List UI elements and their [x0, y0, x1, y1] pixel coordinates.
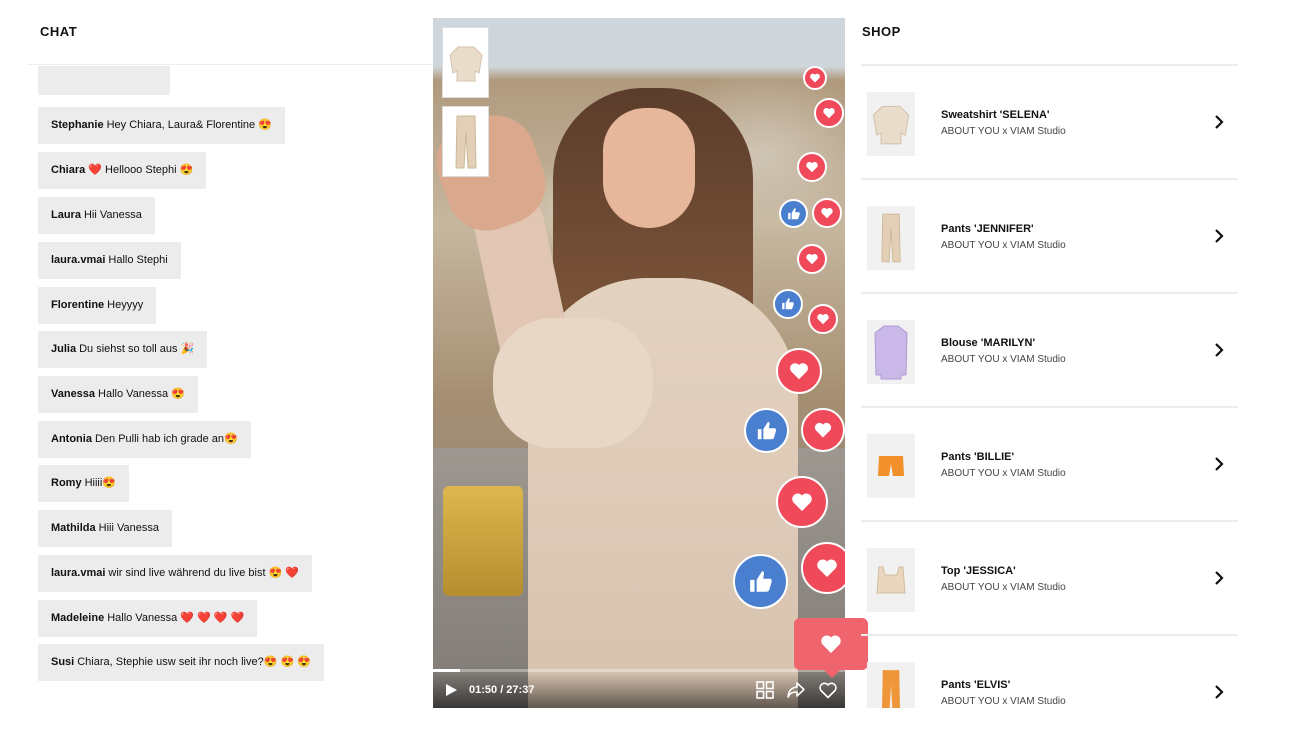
shop-item[interactable]: Sweatshirt 'SELENA' ABOUT YOU x VIAM Stu… — [861, 64, 1238, 178]
shop-item[interactable]: Top 'JESSICA' ABOUT YOU x VIAM Studio — [861, 520, 1238, 634]
chat-divider — [28, 64, 433, 65]
share-icon[interactable] — [786, 680, 806, 700]
product-thumbnail — [867, 320, 915, 384]
presenter-face — [603, 108, 695, 228]
chat-text: Hiii Vanessa — [98, 522, 159, 534]
chat-message: Vanessa Hallo Vanessa 😍 — [38, 376, 198, 413]
chat-message: Chiara ❤️ Hellooo Stephi 😍 — [38, 152, 207, 189]
heart-like-button-icon[interactable] — [818, 680, 838, 700]
product-name: Pants 'BILLIE' — [941, 451, 1015, 463]
product-thumbnail — [867, 662, 915, 708]
product-brand: ABOUT YOU x VIAM Studio — [941, 468, 1066, 479]
play-icon[interactable] — [443, 682, 459, 698]
video-controls: 01:50 / 27:37 — [433, 672, 845, 708]
chat-message: Laura Hii Vanessa — [38, 197, 155, 234]
chat-message: Julia Du siehst so toll aus 🎉 — [38, 331, 208, 368]
chat-username: laura.vmai — [51, 567, 106, 579]
product-thumbnail — [867, 206, 915, 270]
chat-message: Mathilda Hiii Vanessa — [38, 510, 172, 547]
product-name: Blouse 'MARILYN' — [941, 337, 1036, 349]
chat-message-partial — [38, 66, 170, 95]
product-brand: ABOUT YOU x VIAM Studio — [941, 240, 1066, 251]
chat-username: Laura — [51, 209, 81, 221]
product-name: Sweatshirt 'SELENA' — [941, 109, 1050, 121]
product-name: Top 'JESSICA' — [941, 565, 1016, 577]
heart-icon — [821, 635, 841, 653]
chat-username: Susi — [51, 656, 75, 668]
chat-text: Hallo Vanessa ❤️ ❤️ ❤️ ❤️ — [107, 612, 245, 624]
chat-text: Hiiii😍 — [84, 477, 116, 489]
product-name: Pants 'JENNIFER' — [941, 223, 1034, 235]
shop-item[interactable]: Blouse 'MARILYN' ABOUT YOU x VIAM Studio — [861, 292, 1238, 406]
pants-icon — [881, 213, 901, 263]
chat-message: Stephanie Hey Chiara, Laura& Florentine 😍 — [38, 107, 285, 144]
chat-text: Du siehst so toll aus 🎉 — [79, 343, 195, 355]
featured-product-sweatshirt[interactable] — [442, 27, 489, 98]
chat-username: Chiara — [51, 164, 86, 176]
shop-title: SHOP — [862, 24, 901, 39]
chat-message: Florentine Heyyyy — [38, 287, 157, 324]
pants-icon — [454, 115, 477, 168]
chat-username: Madeleine — [51, 612, 105, 624]
chevron-right-icon[interactable] — [1212, 341, 1226, 359]
chat-message: Antonia Den Pulli hab ich grade an😍 — [38, 421, 251, 458]
featured-products — [442, 27, 489, 185]
chat-username: Stephanie — [51, 119, 104, 131]
chat-text: Den Pulli hab ich grade an😍 — [94, 433, 238, 445]
chat-text: Hallo Vanessa 😍 — [98, 388, 185, 400]
chevron-right-icon[interactable] — [1212, 455, 1226, 473]
product-thumbnail — [867, 548, 915, 612]
chat-username: Antonia — [51, 433, 92, 445]
sweatshirt-icon — [872, 105, 910, 145]
product-thumbnail — [867, 434, 915, 498]
featured-product-pants[interactable] — [442, 106, 489, 177]
chat-text: Hallo Stephi — [108, 254, 168, 266]
chat-text: Hii Vanessa — [83, 209, 142, 221]
grid-icon[interactable] — [755, 680, 775, 700]
shorts-icon — [878, 456, 904, 476]
product-brand: ABOUT YOU x VIAM Studio — [941, 126, 1066, 137]
chat-message-list[interactable]: Stephanie Hey Chiara, Laura& Florentine 😍… — [38, 66, 428, 706]
chat-title: CHAT — [40, 24, 78, 39]
video-time: 01:50 / 27:37 — [469, 684, 535, 696]
chevron-right-icon[interactable] — [1212, 113, 1226, 131]
shop-item[interactable]: Pants 'ELVIS' ABOUT YOU x VIAM Studio — [861, 634, 1238, 708]
shop-item[interactable]: Pants 'BILLIE' ABOUT YOU x VIAM Studio — [861, 406, 1238, 520]
presenter-sleeve — [493, 318, 653, 448]
pants-icon — [882, 670, 900, 708]
product-name: Pants 'ELVIS' — [941, 679, 1011, 691]
product-brand: ABOUT YOU x VIAM Studio — [941, 354, 1066, 365]
product-brand: ABOUT YOU x VIAM Studio — [941, 696, 1066, 707]
chat-username: Romy — [51, 477, 82, 489]
live-video-player[interactable]: 01:50 / 27:37 — [433, 18, 845, 708]
chat-text: Hey Chiara, Laura& Florentine 😍 — [106, 119, 272, 131]
chat-message: laura.vmai wir sind live während du live … — [38, 555, 313, 592]
product-thumbnail — [867, 92, 915, 156]
chat-message: Madeleine Hallo Vanessa ❤️ ❤️ ❤️ ❤️ — [38, 600, 258, 637]
chat-message: Susi Chiara, Stephie usw seit ihr noch li… — [38, 644, 324, 681]
video-stool — [443, 486, 523, 596]
chat-message: Romy Hiiii😍 — [38, 465, 129, 502]
shop-product-list[interactable]: Sweatshirt 'SELENA' ABOUT YOU x VIAM Stu… — [861, 64, 1238, 708]
chevron-right-icon[interactable] — [1212, 227, 1226, 245]
chat-username: Mathilda — [51, 522, 96, 534]
chat-username: laura.vmai — [51, 254, 106, 266]
chat-text: Heyyyy — [107, 299, 144, 311]
chat-text: wir sind live während du live bist 😍 ❤️ — [108, 567, 300, 579]
chat-username: Florentine — [51, 299, 105, 311]
chevron-right-icon[interactable] — [1212, 683, 1226, 701]
chat-username: Vanessa — [51, 388, 96, 400]
live-shopping-page: CHAT Stephanie Hey Chiara, Laura& Florent… — [0, 0, 1300, 731]
sweatshirt-icon — [448, 46, 483, 81]
chat-text: ❤️ Hellooo Stephi 😍 — [88, 164, 194, 176]
chat-username: Julia — [51, 343, 77, 355]
heart-popup — [794, 618, 868, 678]
shop-item[interactable]: Pants 'JENNIFER' ABOUT YOU x VIAM Studio — [861, 178, 1238, 292]
blouse-icon — [874, 325, 908, 380]
chevron-right-icon[interactable] — [1212, 569, 1226, 587]
top-icon — [876, 566, 906, 594]
chat-text: Chiara, Stephie usw seit ihr noch live?😍… — [77, 656, 311, 668]
product-brand: ABOUT YOU x VIAM Studio — [941, 582, 1066, 593]
chat-message: laura.vmai Hallo Stephi — [38, 242, 181, 279]
